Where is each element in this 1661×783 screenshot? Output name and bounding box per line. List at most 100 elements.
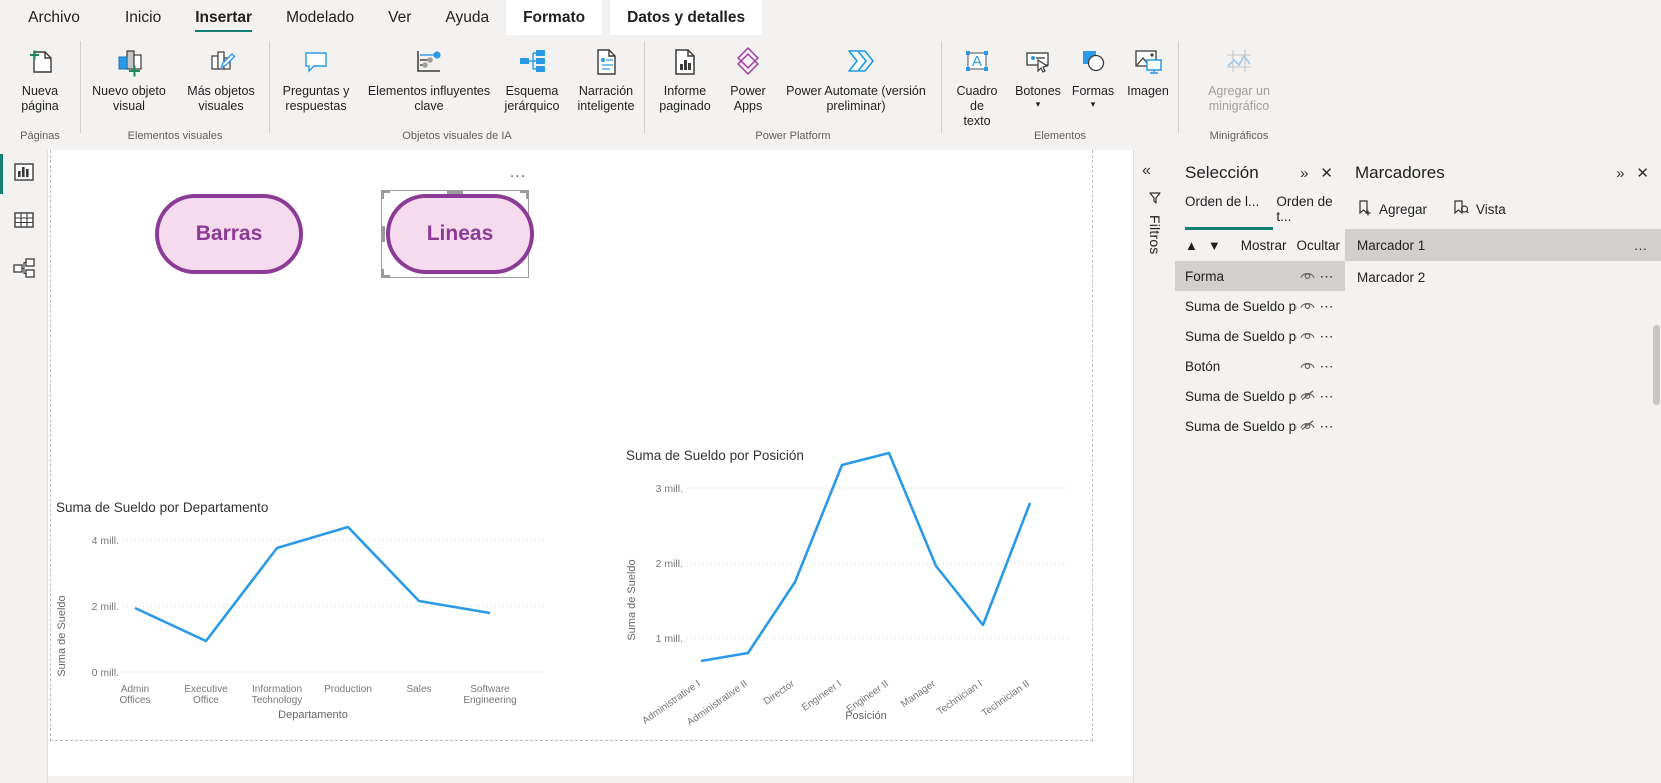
y-axis-title-posicion: Suma de Sueldo — [626, 559, 638, 640]
layer-row[interactable]: Suma de Sueldo por P... ⋯ — [1175, 291, 1345, 321]
bookmarks-scrollbar[interactable] — [1653, 325, 1660, 405]
eye-visible-icon[interactable] — [1297, 359, 1317, 374]
resize-handle-sw2[interactable] — [381, 275, 390, 278]
shape-lineas[interactable]: Lineas — [386, 194, 534, 274]
ribbon-item-cuadro-de-texto[interactable]: A Cuadro de texto — [944, 39, 1010, 129]
view-bookmark-button[interactable]: Vista — [1453, 200, 1506, 219]
visual-suma-sueldo-por-posicion[interactable]: Suma de Sueldo por Posición Suma de Suel… — [621, 435, 1091, 735]
visual-overflow-menu[interactable]: … — [509, 163, 528, 180]
tab-ayuda[interactable]: Ayuda — [428, 0, 507, 35]
tab-formato[interactable]: Formato — [506, 0, 603, 35]
layer-label: Botón — [1185, 358, 1221, 374]
arrow-down-icon[interactable]: ▼ — [1208, 238, 1221, 253]
layer-row[interactable]: Suma de Sueldo por ... ⋯ — [1175, 411, 1345, 441]
selection-panel-header: Selección » ✕ — [1175, 150, 1345, 194]
bookmarks-panel: Marcadores » ✕ Agregar Vista Marcador 1 … — [1345, 150, 1661, 783]
chevron-down-icon[interactable]: ▾ — [1091, 99, 1096, 110]
add-bookmark-button[interactable]: Agregar — [1357, 200, 1427, 219]
tab-formato-label: Formato — [523, 8, 586, 26]
resize-handle-nw2[interactable] — [381, 190, 384, 199]
bookmark-row-2[interactable]: Marcador 2 — [1345, 261, 1661, 293]
close-icon[interactable]: ✕ — [1320, 166, 1333, 181]
eye-hidden-icon[interactable] — [1297, 389, 1317, 404]
resize-handle-ne2[interactable] — [526, 190, 529, 199]
ribbon-item-nueva-pagina-label: Nueva página — [21, 84, 59, 113]
eye-visible-icon[interactable] — [1297, 269, 1317, 284]
subtab-orden-de-tabulacion[interactable]: Orden de t... — [1276, 194, 1345, 230]
ribbon-item-power-apps[interactable]: Power Apps — [720, 39, 776, 114]
add-bookmark-label: Agregar — [1379, 202, 1428, 217]
subtab-active-underline — [1185, 227, 1273, 230]
shape-barras[interactable]: Barras — [155, 194, 303, 274]
ribbon-item-cuadro-de-texto-label: Cuadro de texto — [956, 84, 998, 128]
tab-inicio[interactable]: Inicio — [108, 0, 179, 35]
resize-handle-w[interactable] — [381, 226, 385, 242]
ribbon-item-esquema-jerarquico[interactable]: Esquema jerárquico — [496, 39, 568, 114]
chevron-double-right-icon[interactable]: » — [1300, 166, 1308, 181]
chevron-down-icon[interactable]: ▾ — [1036, 99, 1041, 110]
ribbon-item-elementos-influyentes-clave[interactable]: Elementos influyentes clave — [362, 39, 496, 114]
more-visuals-icon — [204, 41, 238, 83]
x-cat-5b: Engineering — [463, 695, 516, 706]
shapes-icon — [1077, 41, 1109, 83]
ribbon-group-elementos-label: Elementos — [1034, 130, 1086, 142]
close-icon[interactable]: ✕ — [1636, 166, 1649, 181]
x-cat-0: Admin — [121, 684, 149, 695]
tab-archivo[interactable]: Archivo — [0, 0, 108, 35]
layer-overflow-menu[interactable]: ⋯ — [1317, 328, 1337, 345]
layer-overflow-menu[interactable]: ⋯ — [1317, 268, 1337, 285]
bookmark-row-1[interactable]: Marcador 1 … — [1345, 229, 1661, 261]
bookmark-overflow-menu[interactable]: … — [1631, 237, 1651, 253]
tab-modelado[interactable]: Modelado — [269, 0, 372, 35]
filters-tab[interactable]: Filtros — [1140, 190, 1170, 255]
ribbon-item-nueva-pagina[interactable]: Nueva página — [16, 39, 64, 114]
rail-item-data-view[interactable] — [0, 198, 48, 246]
layer-overflow-menu[interactable]: ⋯ — [1317, 388, 1337, 405]
report-canvas-area[interactable]: … Barras Lineas Suma de Sueldo por Depar… — [48, 150, 1133, 783]
ribbon-group-objetos-visuales-ia: Preguntas y respuestas Elementos influye… — [270, 35, 644, 150]
layer-overflow-menu[interactable]: ⋯ — [1317, 418, 1337, 435]
ribbon-item-narracion-inteligente[interactable]: Narración inteligente — [568, 39, 644, 114]
chevron-double-left-icon[interactable]: « — [1142, 162, 1151, 180]
visual-suma-sueldo-por-departamento[interactable]: Suma de Sueldo por Departamento Suma de … — [51, 486, 571, 741]
subtab-orden-de-capas[interactable]: Orden de l... — [1185, 194, 1276, 230]
rail-item-report-view[interactable] — [0, 150, 48, 198]
canvas-horizontal-scrollbar[interactable] — [48, 776, 1133, 783]
chevron-double-right-icon[interactable]: » — [1616, 166, 1624, 181]
layer-row[interactable]: Botón ⋯ — [1175, 351, 1345, 381]
arrow-up-icon[interactable]: ▲ — [1185, 238, 1198, 253]
ribbon-item-power-automate[interactable]: Power Automate (versión preliminar) — [776, 39, 936, 114]
rail-item-model-view[interactable] — [0, 246, 48, 294]
ribbon-item-informe-paginado[interactable]: Informe paginado — [650, 39, 720, 114]
x-cat-pos-2: Director — [762, 678, 798, 707]
bookmarks-panel-title: Marcadores — [1355, 163, 1445, 182]
ribbon-item-nuevo-objeto-visual[interactable]: Nuevo objeto visual — [83, 39, 175, 114]
tab-datos-y-detalles[interactable]: Datos y detalles — [610, 0, 763, 35]
eye-visible-icon[interactable] — [1297, 299, 1317, 314]
ribbon-item-botones[interactable]: Botones ▾ — [1010, 39, 1066, 110]
ribbon-item-preguntas-y-respuestas[interactable]: Preguntas y respuestas — [270, 39, 362, 114]
chart-svg-posicion: Suma de Sueldo 3 mill. 2 mill. 1 mill. A… — [626, 451, 1071, 728]
ribbon-item-botones-label: Botones — [1015, 84, 1061, 98]
ribbon-group-minigraficos: Agregar un minigráfico Minigráficos — [1179, 35, 1299, 150]
ribbon-item-agregar-un-minigrafico[interactable]: Agregar un minigráfico — [1204, 39, 1274, 114]
tab-ver[interactable]: Ver — [371, 0, 429, 35]
eye-visible-icon[interactable] — [1297, 329, 1317, 344]
layer-label: Suma de Sueldo por P... — [1185, 388, 1297, 404]
ribbon-item-mas-objetos-visuales[interactable]: Más objetos visuales — [175, 39, 267, 114]
image-icon — [1131, 41, 1165, 83]
show-button[interactable]: Mostrar — [1241, 238, 1287, 253]
layer-row[interactable]: Forma ⋯ — [1175, 261, 1345, 291]
ribbon-item-imagen[interactable]: Imagen — [1120, 39, 1176, 99]
tab-insertar[interactable]: Insertar — [178, 0, 270, 35]
layer-overflow-menu[interactable]: ⋯ — [1317, 358, 1337, 375]
layer-overflow-menu[interactable]: ⋯ — [1317, 298, 1337, 315]
layer-row[interactable]: Suma de Sueldo por ... ⋯ — [1175, 321, 1345, 351]
report-page[interactable]: … Barras Lineas Suma de Sueldo por Depar… — [50, 150, 1093, 741]
hide-button[interactable]: Ocultar — [1297, 238, 1341, 253]
svg-text:A: A — [972, 53, 982, 70]
eye-hidden-icon[interactable] — [1297, 419, 1317, 434]
bookmark-label: Marcador 2 — [1357, 269, 1426, 285]
ribbon-item-formas[interactable]: Formas ▾ — [1066, 39, 1120, 110]
layer-row[interactable]: Suma de Sueldo por P... ⋯ — [1175, 381, 1345, 411]
